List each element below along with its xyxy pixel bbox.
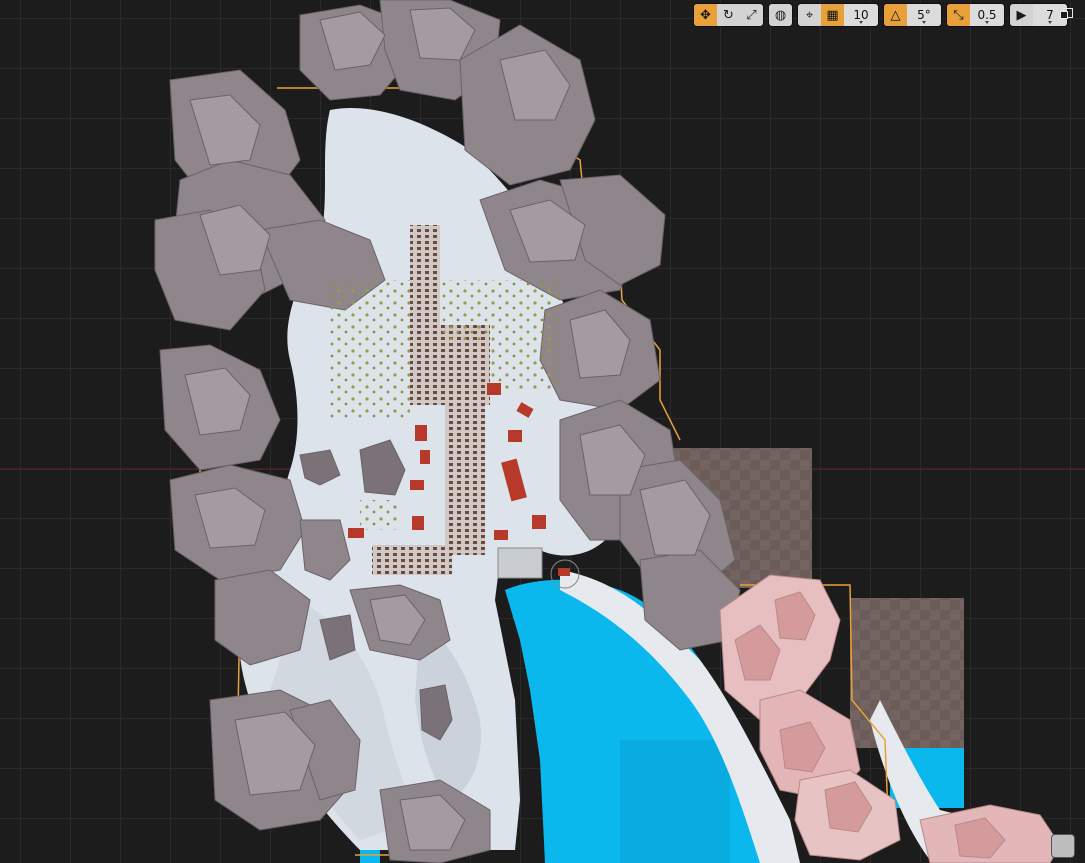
rotate-icon[interactable]: ↻	[717, 4, 740, 26]
grid-snap-group: ⌖ ▦ 10	[797, 3, 879, 27]
rotation-snap-value[interactable]: 5°	[907, 4, 941, 26]
level-viewport[interactable]: ✥ ↻ ⤢ ◍ ⌖ ▦ 10 △ 5° ⤡ 0.5 ▶ 7	[0, 0, 1085, 863]
coordinate-system-group: ◍	[768, 3, 793, 27]
maximize-viewport-icon[interactable]	[1060, 8, 1073, 19]
world-globe-icon[interactable]: ◍	[769, 4, 792, 26]
view-options-icon[interactable]	[1051, 834, 1075, 858]
move-icon[interactable]: ✥	[694, 4, 717, 26]
scale-snap-icon[interactable]: ⤡	[947, 4, 970, 26]
surface-snapping-icon[interactable]: ⌖	[798, 4, 821, 26]
transform-mode-group: ✥ ↻ ⤢	[693, 3, 764, 27]
camera-speed-icon[interactable]: ▶	[1010, 4, 1033, 26]
grid-snap-icon[interactable]: ▦	[821, 4, 844, 26]
scale-snap-value[interactable]: 0.5	[970, 4, 1004, 26]
grid-snap-value[interactable]: 10	[844, 4, 878, 26]
rotation-snap-icon[interactable]: △	[884, 4, 907, 26]
scale-snap-group: ⤡ 0.5	[946, 3, 1005, 27]
rotation-snap-group: △ 5°	[883, 3, 942, 27]
viewport-toolbar: ✥ ↻ ⤢ ◍ ⌖ ▦ 10 △ 5° ⤡ 0.5 ▶ 7	[693, 3, 1068, 27]
top-down-scene[interactable]	[0, 0, 1085, 863]
scale-icon[interactable]: ⤢	[740, 4, 763, 26]
